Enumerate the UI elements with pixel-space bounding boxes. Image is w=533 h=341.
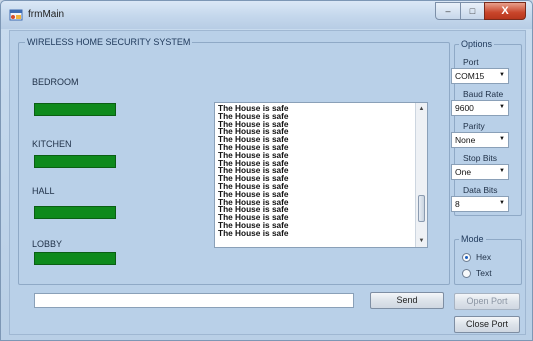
- log-scrollbar[interactable]: ▲ ▼: [415, 103, 427, 247]
- chevron-down-icon: ▼: [499, 200, 505, 206]
- room-status-kitchen: [34, 155, 116, 168]
- baud-rate-value: 9600: [455, 103, 474, 113]
- open-port-button[interactable]: Open Port: [454, 293, 520, 310]
- text-radio[interactable]: [462, 269, 471, 278]
- room-label-lobby: LOBBY: [32, 239, 63, 249]
- close-port-button[interactable]: Close Port: [454, 316, 520, 333]
- maximize-icon: □: [469, 6, 476, 16]
- app-window-icon: [9, 9, 23, 21]
- stop-bits-label: Stop Bits: [463, 153, 498, 163]
- room-label-bedroom: BEDROOM: [32, 77, 79, 87]
- chevron-down-icon: ▼: [499, 136, 505, 142]
- baud-rate-combobox[interactable]: 9600 ▼: [451, 100, 509, 116]
- room-label-kitchen: KITCHEN: [32, 139, 72, 149]
- send-button[interactable]: Send: [370, 292, 444, 309]
- scroll-thumb[interactable]: [418, 195, 425, 222]
- window-title: frmMain: [28, 9, 65, 20]
- room-status-bedroom: [34, 103, 116, 116]
- text-radio-label: Text: [476, 268, 492, 278]
- port-value: COM15: [455, 71, 485, 81]
- chevron-down-icon: ▼: [499, 168, 505, 174]
- log-line: The House is safe: [218, 227, 289, 238]
- log-textbox[interactable]: The House is safe The House is safe The Ho…: [214, 102, 428, 248]
- hex-radio-label: Hex: [476, 252, 492, 262]
- room-label-hall: HALL: [32, 186, 55, 196]
- security-groupbox-title: WIRELESS HOME SECURITY SYSTEM: [25, 37, 193, 47]
- chevron-down-icon: ▼: [499, 104, 505, 110]
- chevron-down-icon: ▼: [499, 72, 505, 78]
- baud-rate-label: Baud Rate: [463, 89, 504, 99]
- log-lines: The House is safe The House is safe The Ho…: [218, 104, 408, 238]
- minimize-button[interactable]: –: [435, 2, 461, 20]
- room-status-lobby: [34, 252, 116, 265]
- maximize-button[interactable]: □: [460, 2, 485, 20]
- client-area: WIRELESS HOME SECURITY SYSTEM BEDROOM KI…: [9, 30, 526, 335]
- close-port-label: Close Port: [465, 319, 509, 329]
- parity-label: Parity: [463, 121, 485, 131]
- options-groupbox-title: Options: [459, 39, 495, 49]
- stop-bits-combobox[interactable]: One ▼: [451, 164, 509, 180]
- parity-combobox[interactable]: None ▼: [451, 132, 509, 148]
- room-status-hall: [34, 206, 116, 219]
- data-bits-label: Data Bits: [463, 185, 498, 195]
- port-label: Port: [463, 57, 479, 67]
- port-combobox[interactable]: COM15 ▼: [451, 68, 509, 84]
- minimize-icon: –: [445, 6, 451, 16]
- scroll-down-icon[interactable]: ▼: [416, 235, 427, 247]
- send-button-label: Send: [396, 295, 418, 305]
- title-bar[interactable]: frmMain – □ X: [1, 1, 532, 29]
- parity-value: None: [455, 135, 476, 145]
- open-port-label: Open Port: [466, 296, 508, 306]
- caption-buttons: – □ X: [435, 2, 526, 20]
- close-button[interactable]: X: [484, 2, 526, 20]
- mode-groupbox: Mode: [454, 234, 522, 285]
- data-bits-combobox[interactable]: 8 ▼: [451, 196, 509, 212]
- mode-groupbox-title: Mode: [459, 234, 486, 244]
- main-window: frmMain – □ X WIRELESS HOME SECURITY SYS…: [0, 0, 533, 341]
- stop-bits-value: One: [455, 167, 472, 177]
- hex-radio[interactable]: [462, 253, 471, 262]
- data-bits-value: 8: [455, 199, 460, 209]
- scroll-up-icon[interactable]: ▲: [416, 103, 427, 115]
- close-icon: X: [501, 5, 509, 17]
- send-input[interactable]: [34, 293, 354, 308]
